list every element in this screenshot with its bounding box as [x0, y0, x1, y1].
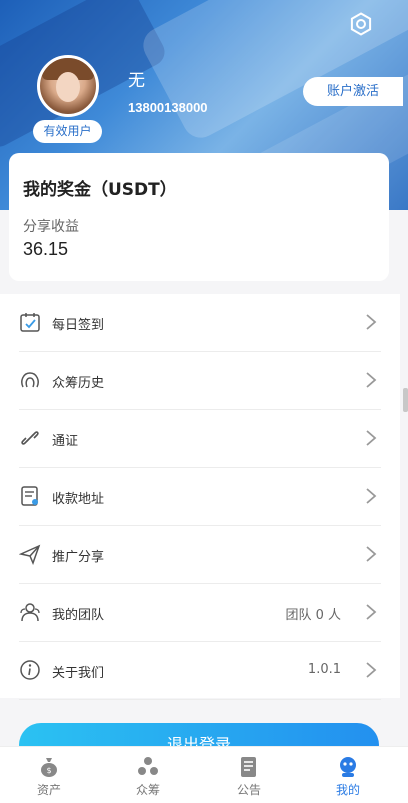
- chevron-right-icon: [366, 314, 377, 330]
- username: 无: [128, 71, 145, 91]
- tab-mine[interactable]: 我的: [308, 747, 388, 803]
- share-earnings-value: 36.15: [23, 239, 69, 259]
- menu-item-about-us[interactable]: 关于我们 1.0.1: [19, 642, 381, 700]
- chevron-right-icon: [366, 372, 377, 388]
- menu-item-payment-address[interactable]: 收款地址: [19, 468, 381, 526]
- chevron-right-icon: [366, 488, 377, 504]
- scrollbar[interactable]: [403, 388, 408, 412]
- crowdfund-history-icon: [21, 372, 39, 388]
- menu-item-label: 通证: [52, 434, 79, 449]
- notice-icon: [241, 757, 256, 777]
- bonus-title: 我的奖金（USDT）: [23, 180, 177, 200]
- link-icon: [21, 431, 39, 445]
- menu-item-token[interactable]: 通证: [19, 410, 381, 468]
- menu-item-label: 推广分享: [52, 550, 105, 565]
- chevron-right-icon: [366, 546, 377, 562]
- svg-text:$: $: [46, 766, 51, 775]
- menu-item-crowdfund-history[interactable]: 众筹历史: [19, 352, 381, 410]
- chevron-right-icon: [366, 604, 377, 620]
- menu-item-daily-checkin[interactable]: 每日签到: [19, 294, 381, 352]
- tab-crowdfund[interactable]: 众筹: [108, 747, 188, 803]
- team-icon: [20, 603, 40, 622]
- chevron-right-icon: [366, 430, 377, 446]
- tab-label: 众筹: [135, 783, 160, 797]
- share-earnings-label: 分享收益: [23, 219, 79, 235]
- menu-item-label: 众筹历史: [52, 376, 105, 391]
- bonus-card: 我的奖金（USDT） 分享收益 36.15: [9, 153, 389, 281]
- profile-icon: [340, 757, 356, 777]
- paper-plane-icon: [19, 544, 41, 565]
- status-badge: 有效用户: [33, 120, 102, 143]
- settings-menu: 每日签到 众筹历史 通证 收款地址 推广分享 我的团队 团队 0 人 关于我们 …: [0, 294, 400, 700]
- settings-icon[interactable]: [349, 12, 373, 36]
- menu-item-label: 收款地址: [52, 492, 105, 507]
- activate-account-button[interactable]: 账户激活: [303, 77, 403, 106]
- calendar-check-icon: [20, 313, 40, 332]
- tab-assets[interactable]: $ 资产: [9, 747, 89, 803]
- document-icon: [21, 486, 38, 506]
- tab-label: 公告: [236, 783, 261, 797]
- phone-number: 13800138000: [128, 100, 208, 115]
- team-count: 团队 0 人: [285, 608, 341, 623]
- bottom-tab-bar: $ 资产 众筹 公告 我的: [0, 746, 408, 803]
- info-icon: [20, 660, 40, 680]
- menu-item-label: 我的团队: [52, 608, 105, 623]
- tab-label: 资产: [36, 783, 61, 797]
- menu-item-promotion-share[interactable]: 推广分享: [19, 526, 381, 584]
- tab-notice[interactable]: 公告: [209, 747, 289, 803]
- crowdfund-icon: [138, 757, 158, 775]
- menu-item-label: 每日签到: [52, 318, 105, 333]
- chevron-right-icon: [366, 662, 377, 678]
- money-bag-icon: $: [41, 758, 57, 777]
- tab-label: 我的: [335, 783, 360, 797]
- app-version: 1.0.1: [307, 662, 341, 677]
- menu-item-label: 关于我们: [52, 666, 105, 681]
- avatar[interactable]: [37, 55, 99, 117]
- menu-item-my-team[interactable]: 我的团队 团队 0 人: [19, 584, 381, 642]
